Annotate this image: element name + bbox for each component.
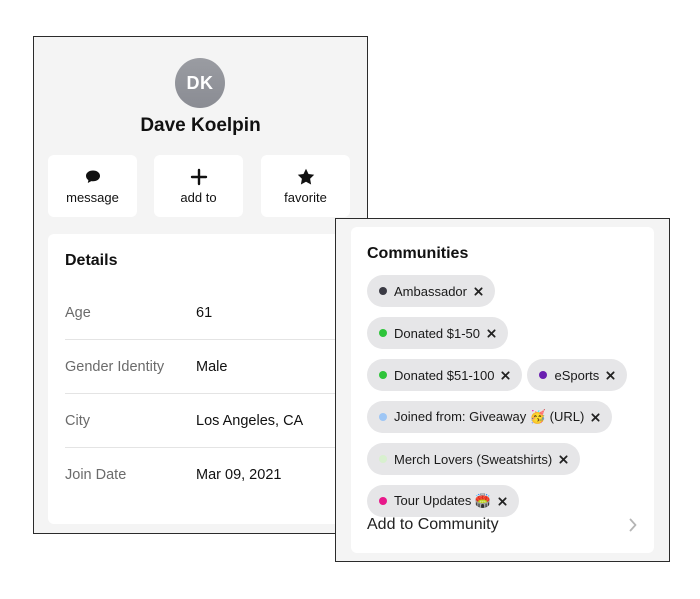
message-label: message bbox=[66, 190, 119, 205]
plus-icon bbox=[190, 168, 207, 186]
detail-label: Join Date bbox=[65, 467, 127, 483]
community-chip[interactable]: Ambassador bbox=[367, 275, 495, 307]
close-icon[interactable] bbox=[498, 496, 507, 506]
add-to-label: add to bbox=[180, 190, 217, 205]
communities-card: Communities Ambassador Donated $1-50 Don… bbox=[351, 227, 654, 553]
profile-name: Dave Koelpin bbox=[140, 115, 261, 136]
favorite-button[interactable]: favorite bbox=[261, 155, 350, 217]
detail-label: Age bbox=[65, 305, 91, 321]
chip-dot bbox=[379, 413, 387, 421]
community-chip[interactable]: Merch Lovers (Sweatshirts) bbox=[367, 443, 581, 475]
add-to-button[interactable]: add to bbox=[154, 155, 243, 217]
add-to-community-row[interactable]: Add to Community bbox=[367, 510, 638, 540]
community-chip[interactable]: Donated $51-100 bbox=[367, 359, 523, 391]
close-icon[interactable] bbox=[606, 370, 615, 380]
chip-label: Joined from: Giveaway 🥳 (URL) bbox=[394, 409, 585, 424]
community-chip[interactable]: Joined from: Giveaway 🥳 (URL) bbox=[367, 401, 613, 433]
chip-label: Donated $1-50 bbox=[394, 325, 481, 341]
detail-value: Male bbox=[196, 359, 228, 375]
details-card: Details Age 61 Gender Identity Male City… bbox=[48, 234, 368, 524]
community-chip-list: Ambassador Donated $1-50 Donated $51-100… bbox=[367, 275, 647, 517]
chevron-right-icon bbox=[629, 518, 637, 532]
chip-label: Ambassador bbox=[394, 283, 467, 299]
chip-dot bbox=[379, 497, 387, 505]
chip-dot bbox=[379, 371, 387, 379]
close-icon[interactable] bbox=[591, 412, 600, 422]
chip-dot bbox=[379, 287, 387, 295]
detail-label: City bbox=[65, 413, 90, 429]
detail-value: 61 bbox=[196, 305, 213, 321]
detail-row-age: Age 61 bbox=[65, 286, 368, 340]
chat-bubble-icon bbox=[85, 170, 100, 183]
star-icon bbox=[297, 168, 314, 185]
chip-label: Tour Updates 🏟️ bbox=[394, 493, 492, 508]
avatar: DK bbox=[175, 58, 225, 108]
communities-title: Communities bbox=[367, 245, 469, 262]
communities-panel: Communities Ambassador Donated $1-50 Don… bbox=[335, 218, 670, 562]
message-button[interactable]: message bbox=[48, 155, 137, 217]
close-icon[interactable] bbox=[474, 286, 483, 296]
chip-label: Donated $51-100 bbox=[394, 367, 495, 383]
details-title: Details bbox=[65, 252, 118, 269]
detail-value: Los Angeles, CA bbox=[196, 413, 304, 429]
chip-label: eSports bbox=[554, 367, 600, 383]
detail-value: Mar 09, 2021 bbox=[196, 467, 282, 483]
community-chip[interactable]: Donated $1-50 bbox=[367, 317, 509, 349]
close-icon[interactable] bbox=[559, 454, 568, 464]
favorite-label: favorite bbox=[284, 190, 327, 205]
chip-dot bbox=[379, 455, 387, 463]
detail-row-city: City Los Angeles, CA bbox=[65, 394, 368, 448]
close-icon[interactable] bbox=[501, 370, 511, 380]
add-to-community-label: Add to Community bbox=[367, 516, 499, 533]
chip-label: Merch Lovers (Sweatshirts) bbox=[394, 451, 553, 467]
close-icon[interactable] bbox=[487, 328, 496, 338]
community-chip[interactable]: eSports bbox=[527, 359, 628, 391]
detail-label: Gender Identity bbox=[65, 359, 165, 375]
detail-row-gender: Gender Identity Male bbox=[65, 340, 368, 394]
profile-panel: DK Dave Koelpin message add to favorite … bbox=[33, 36, 368, 534]
chip-dot bbox=[379, 329, 387, 337]
detail-row-join-date: Join Date Mar 09, 2021 bbox=[65, 448, 368, 502]
chip-dot bbox=[539, 371, 548, 379]
